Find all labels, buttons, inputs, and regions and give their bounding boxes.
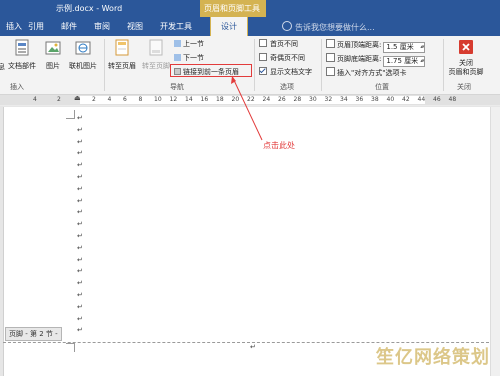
annotation-arrow bbox=[231, 75, 263, 141]
margin-corner-mark bbox=[66, 343, 75, 352]
footer-section-tag: 页脚 - 第 2 节 - bbox=[5, 327, 62, 341]
watermark: 笙亿网络策划 bbox=[376, 347, 490, 368]
margin-corner-mark bbox=[66, 110, 75, 119]
footer-paragraph-mark: ↵ bbox=[250, 343, 256, 351]
